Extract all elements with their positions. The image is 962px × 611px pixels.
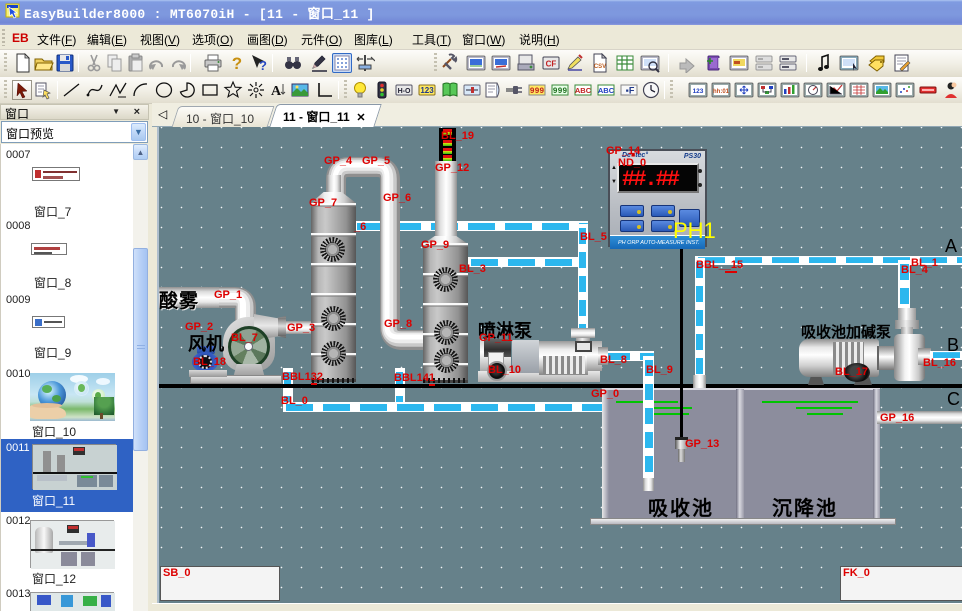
svg-text:?: ? xyxy=(259,58,267,73)
svg-text:999: 999 xyxy=(530,87,545,96)
svg-text:hh:01: hh:01 xyxy=(713,89,730,95)
svg-text:123: 123 xyxy=(693,88,704,95)
svg-text:H-O: H-O xyxy=(398,88,411,95)
svg-text:999: 999 xyxy=(553,87,568,96)
svg-text:CF: CF xyxy=(546,60,557,69)
svg-text:?: ? xyxy=(232,54,242,73)
svg-text:123: 123 xyxy=(420,86,434,95)
svg-text:ABC: ABC xyxy=(575,86,592,95)
svg-text:A: A xyxy=(271,84,282,99)
svg-text:▪F: ▪F xyxy=(626,86,635,96)
svg-text:CSV: CSV xyxy=(594,64,606,70)
svg-text:ABC: ABC xyxy=(598,86,615,95)
